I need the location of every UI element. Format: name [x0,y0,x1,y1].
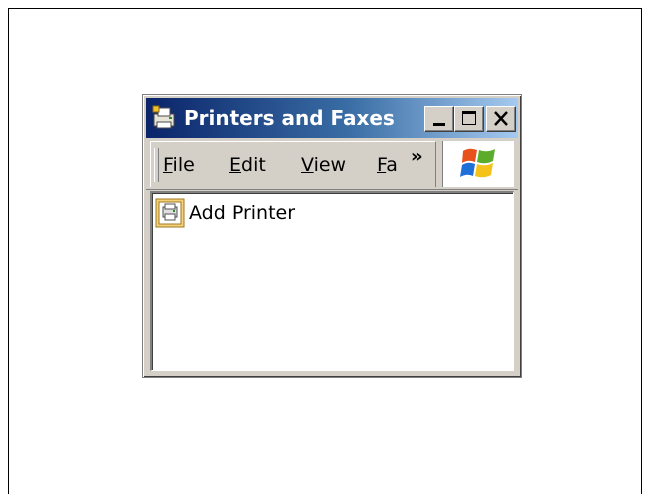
menu-toolbar: File Edit View Fa » [150,141,436,187]
folder-content[interactable]: Add Printer [150,191,514,371]
maximize-button[interactable] [454,106,484,132]
menu-favorites-accel: F [377,154,387,176]
toolbar-grip[interactable] [154,148,159,182]
menu-view[interactable]: View [301,150,346,180]
menu-favorites-rest: a [386,154,398,176]
close-icon [494,111,508,126]
windows-logo-box [442,141,514,187]
menu-edit-accel: E [229,154,242,176]
maximize-icon [462,111,476,125]
window-title: Printers and Faxes [184,106,395,130]
title-bar[interactable]: Printers and Faxes [146,98,518,138]
menu-edit[interactable]: Edit [229,150,266,180]
minimize-icon [433,123,445,126]
windows-logo-icon [460,148,495,178]
add-printer-icon [155,198,185,228]
menu-file-accel: F [163,154,173,176]
menu-file[interactable]: File [163,150,195,180]
close-button[interactable] [486,106,516,132]
printers-window: Printers and Faxes File Edit View Fa » A… [142,94,522,378]
menu-view-accel: V [301,154,314,176]
menu-overflow-chevron[interactable]: » [411,146,423,167]
menu-favorites[interactable]: Fa [377,150,401,180]
menu-edit-rest: dit [241,154,266,176]
menu-file-rest: ile [172,154,195,176]
menu-bar: File Edit View Fa » [146,141,518,190]
menu-view-rest: iew [313,154,347,176]
add-printer-label: Add Printer [189,202,296,224]
minimize-button[interactable] [424,106,454,132]
printer-folder-icon [152,105,175,129]
